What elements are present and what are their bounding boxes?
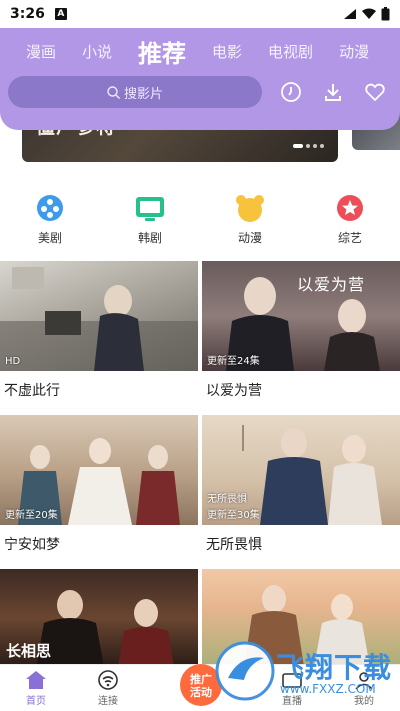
category-k-drama[interactable]: 韩剧 — [100, 193, 200, 247]
category-label: 韩剧 — [137, 231, 162, 245]
watermark-url: www.FXXZ.COM — [280, 682, 376, 696]
search-icon — [107, 85, 120, 99]
poster-title-art: 长相思 — [6, 642, 52, 660]
video-card[interactable]: HD 不虚此行 — [0, 261, 198, 400]
status-time: 3:26 — [10, 6, 45, 22]
category-label: 动漫 — [237, 231, 262, 245]
promo-label: 活动 — [190, 686, 212, 699]
video-card[interactable]: 无所畏惧 更新至30集 无所畏惧 — [202, 415, 400, 554]
nav-label: 首页 — [26, 695, 46, 707]
poster-image: 长相思 — [0, 569, 198, 667]
clock-icon — [281, 82, 301, 102]
watermark-logo — [215, 641, 275, 701]
poster-badge: 更新至20集 — [5, 510, 58, 521]
star-icon — [337, 195, 363, 221]
video-title: 宁安如梦 — [4, 537, 60, 553]
poster-title-art: 无所畏惧 — [207, 494, 247, 505]
heart-icon — [365, 83, 385, 102]
tv-icon — [136, 197, 164, 221]
tab-tv-series[interactable]: 电视剧 — [268, 41, 313, 62]
battery-icon — [381, 7, 390, 21]
category-anime[interactable]: 动漫 — [200, 193, 300, 247]
film-reel-icon — [37, 195, 63, 221]
status-bar: 3:26 A — [0, 0, 400, 28]
video-title: 不虚此行 — [4, 383, 60, 399]
poster-image: 以爱为营 更新至24集 — [202, 261, 400, 371]
nav-label: 连接 — [98, 695, 118, 707]
video-title: 无所畏惧 — [206, 537, 262, 553]
carousel-indicator — [293, 144, 324, 148]
search-input[interactable]: 搜影片 — [8, 76, 262, 108]
notification-icon: A — [54, 8, 67, 20]
category-label: 综艺 — [337, 231, 362, 245]
wifi-status-icon — [362, 8, 376, 19]
home-icon — [26, 670, 46, 689]
video-card[interactable]: 长相思 — [0, 569, 198, 667]
nav-home[interactable]: 首页 — [0, 665, 72, 711]
video-card[interactable]: 以爱为营 更新至24集 以爱为营 — [202, 261, 400, 400]
video-title: 以爱为营 — [206, 383, 262, 399]
tab-comics[interactable]: 漫画 — [26, 41, 56, 62]
nav-connect[interactable]: 连接 — [72, 665, 144, 711]
category-variety[interactable]: 综艺 — [300, 193, 400, 247]
video-card[interactable]: 更新至20集 宁安如梦 — [0, 415, 198, 554]
category-us-drama[interactable]: 美剧 — [0, 193, 100, 247]
tab-novels[interactable]: 小说 — [82, 41, 112, 62]
category-tabs: 漫画 小说 推荐 电影 电视剧 动漫 — [0, 28, 400, 74]
download-icon — [325, 84, 341, 101]
signal-icon — [344, 9, 356, 19]
poster-badge: HD — [5, 356, 21, 367]
poster-badge: 更新至30集 — [207, 510, 260, 521]
bear-icon — [236, 195, 264, 222]
poster-image: 无所畏惧 更新至30集 — [202, 415, 400, 525]
watermark: 飞翔下载 www.FXXZ.COM — [214, 640, 400, 704]
poster-badge: 更新至24集 — [207, 356, 260, 367]
category-shortcuts: 美剧 韩剧 动漫 综艺 — [0, 193, 400, 247]
wifi-icon — [98, 669, 118, 690]
promo-label: 推广 — [190, 673, 212, 686]
poster-title-art: 以爱为营 — [297, 275, 366, 294]
poster-image: 更新至20集 — [0, 415, 198, 525]
poster-image: HD — [0, 261, 198, 371]
tab-anime[interactable]: 动漫 — [339, 41, 369, 62]
watermark-brand: 飞翔下载 — [276, 651, 393, 684]
tab-movies[interactable]: 电影 — [212, 41, 242, 62]
tab-recommend[interactable]: 推荐 — [138, 34, 186, 69]
favorites-button[interactable] — [362, 79, 388, 105]
category-label: 美剧 — [37, 231, 62, 245]
header: 漫画 小说 推荐 电影 电视剧 动漫 搜影片 — [0, 28, 400, 130]
search-placeholder: 搜影片 — [123, 86, 163, 102]
download-button[interactable] — [320, 79, 346, 105]
history-button[interactable] — [278, 79, 304, 105]
